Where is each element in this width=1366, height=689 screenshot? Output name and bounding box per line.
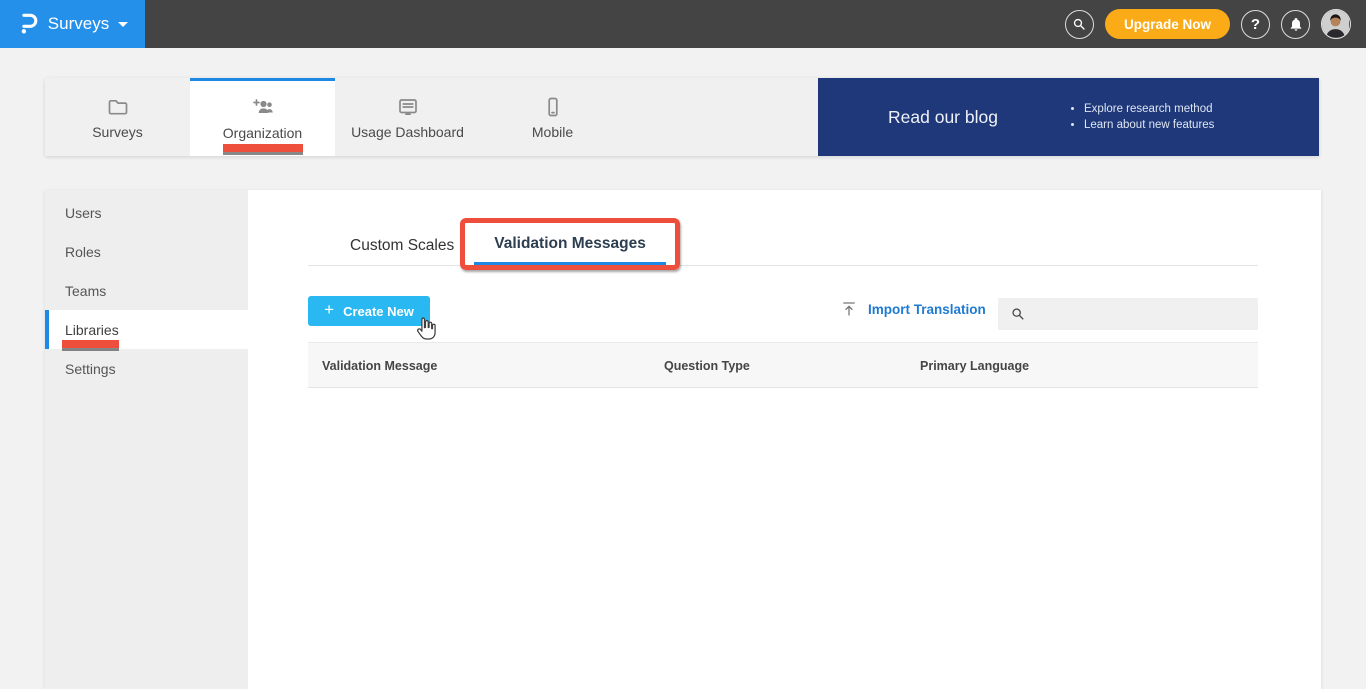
- nav-tab-organization[interactable]: Organization: [190, 78, 335, 156]
- nav-tab-label: Organization: [222, 125, 303, 141]
- red-underline-annotation: [62, 340, 119, 348]
- sidebar-item-label: Teams: [65, 282, 107, 299]
- red-underline-annotation: [223, 144, 303, 152]
- add-people-icon: [250, 96, 276, 120]
- banner-bullet: Explore research method: [1084, 103, 1214, 115]
- nav-tab-label: Surveys: [92, 123, 143, 140]
- module-nav-strip: Surveys Organization Usage Dashboard Mob…: [45, 78, 1319, 156]
- column-header-question-type: Question Type: [664, 359, 750, 373]
- sidebar-item-libraries[interactable]: Libraries: [45, 310, 248, 349]
- banner-bullet-list: Explore research method Learn about new …: [1068, 99, 1214, 135]
- import-upload-icon: [840, 300, 858, 318]
- user-avatar[interactable]: [1321, 9, 1351, 39]
- create-new-button[interactable]: + Create New: [308, 296, 430, 326]
- import-translation-link[interactable]: Import Translation: [840, 300, 986, 318]
- tab-label: Validation Messages: [494, 235, 646, 252]
- notifications-button[interactable]: [1281, 9, 1310, 39]
- dashboard-icon: [396, 95, 420, 119]
- upgrade-now-button[interactable]: Upgrade Now: [1104, 9, 1230, 39]
- create-new-label: Create New: [343, 303, 414, 319]
- folder-icon: [106, 95, 130, 119]
- nav-tab-mobile[interactable]: Mobile: [480, 78, 625, 156]
- topbar-actions: Upgrade Now ?: [1064, 9, 1366, 39]
- sidebar-item-label: Users: [65, 204, 102, 221]
- library-tabs: Custom Scales Validation Messages: [308, 218, 1258, 270]
- sidebar-item-label: Roles: [65, 243, 101, 260]
- nav-tab-label: Usage Dashboard: [351, 123, 464, 140]
- product-switcher[interactable]: Surveys: [0, 0, 145, 48]
- search-icon: [1071, 16, 1087, 32]
- sidebar-item-roles[interactable]: Roles: [45, 232, 248, 271]
- nav-tab-usage-dashboard[interactable]: Usage Dashboard: [335, 78, 480, 156]
- mobile-phone-icon: [541, 95, 565, 119]
- nav-tab-label: Mobile: [531, 123, 574, 140]
- chevron-down-icon: [118, 22, 129, 32]
- sidebar-item-label: Libraries: [65, 321, 119, 338]
- validation-table-header: Validation Message Question Type Primary…: [308, 342, 1258, 388]
- search-icon: [1010, 306, 1026, 322]
- libraries-content: Custom Scales Validation Messages + Crea…: [248, 190, 1321, 689]
- sidebar-item-label: Settings: [65, 360, 116, 377]
- banner-bullet: Learn about new features: [1084, 119, 1214, 131]
- tab-validation-messages[interactable]: Validation Messages: [460, 218, 680, 270]
- question-mark-icon: ?: [1250, 15, 1261, 33]
- table-search: [998, 298, 1258, 330]
- organization-panel: Users Roles Teams Libraries Settings Cus…: [45, 190, 1321, 689]
- plus-icon: +: [324, 300, 335, 319]
- nav-tab-surveys[interactable]: Surveys: [45, 78, 190, 156]
- sidebar-item-users[interactable]: Users: [45, 193, 248, 232]
- blog-banner[interactable]: Read our blog Explore research method Le…: [818, 78, 1319, 156]
- help-button[interactable]: ?: [1241, 9, 1270, 39]
- organization-sidebar: Users Roles Teams Libraries Settings: [45, 190, 248, 689]
- column-header-validation-message: Validation Message: [322, 359, 438, 373]
- top-bar: Surveys Upgrade Now ?: [0, 0, 1366, 48]
- sidebar-item-teams[interactable]: Teams: [45, 271, 248, 310]
- banner-title: Read our blog: [888, 106, 998, 127]
- search-input[interactable]: [1034, 306, 1258, 322]
- sidebar-item-settings[interactable]: Settings: [45, 349, 248, 388]
- import-translation-label: Import Translation: [868, 301, 986, 317]
- bell-icon: [1288, 16, 1304, 32]
- tab-custom-scales[interactable]: Custom Scales: [330, 226, 474, 265]
- tab-label: Custom Scales: [350, 236, 455, 254]
- product-name: Surveys: [47, 14, 110, 33]
- global-search-button[interactable]: [1064, 9, 1094, 39]
- column-header-primary-language: Primary Language: [920, 359, 1030, 373]
- questionpro-logo-icon: [17, 11, 39, 37]
